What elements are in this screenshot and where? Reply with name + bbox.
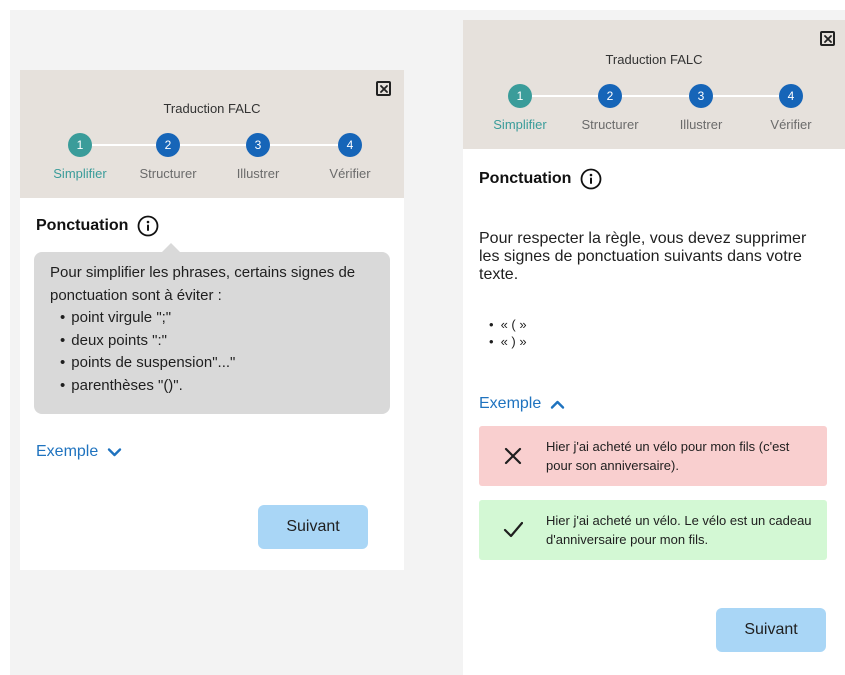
next-button[interactable]: Suivant	[716, 608, 826, 652]
header-title: Traduction FALC	[605, 52, 703, 67]
stepper-line	[520, 95, 790, 97]
section-title-text: Ponctuation	[479, 170, 572, 187]
step-illustrer[interactable]: 3 Illustrer	[218, 133, 298, 181]
bad-example-text: Hier j'ai acheté un vélo pour mon fils (…	[546, 439, 790, 473]
rule-description: Pour respecter la règle, vous devez supp…	[479, 230, 807, 283]
header-title: Traduction FALC	[163, 101, 261, 116]
next-button[interactable]: Suivant	[258, 505, 368, 549]
panel-header: Traduction FALC 1 Simplifier 2 Structure…	[463, 20, 845, 149]
example-toggle[interactable]: Exemple	[36, 443, 122, 461]
tooltip-list-item: point virgule ";"	[60, 307, 374, 330]
close-icon[interactable]	[820, 31, 835, 46]
step-number: 1	[508, 84, 532, 108]
stepper: 1 Simplifier 2 Structurer 3 Illustrer 4 …	[20, 133, 404, 181]
panel-header: Traduction FALC 1 Simplifier 2 Structure…	[20, 70, 404, 198]
info-icon[interactable]	[580, 168, 602, 190]
step-verifier[interactable]: 4 Vérifier	[310, 133, 390, 181]
step-label: Structurer	[581, 117, 639, 132]
step-label: Illustrer	[679, 117, 723, 132]
good-example-text: Hier j'ai acheté un vélo. Le vélo est un…	[546, 513, 812, 547]
section-title: Ponctuation	[36, 215, 159, 237]
section-title: Ponctuation	[479, 168, 602, 190]
tooltip-list-item: points de suspension"..."	[60, 352, 374, 375]
step-label: Vérifier	[329, 166, 371, 181]
falc-panel-tooltip-view: Traduction FALC 1 Simplifier 2 Structure…	[20, 70, 404, 570]
bad-example: Hier j'ai acheté un vélo pour mon fils (…	[479, 426, 827, 486]
example-toggle-label: Exemple	[479, 395, 542, 412]
step-number: 2	[156, 133, 180, 157]
punctuation-list-item: « ) »	[489, 333, 527, 350]
chevron-down-icon	[108, 447, 122, 456]
step-verifier[interactable]: 4 Vérifier	[751, 84, 831, 132]
step-illustrer[interactable]: 3 Illustrer	[661, 84, 741, 132]
step-label: Structurer	[139, 166, 197, 181]
step-number: 2	[598, 84, 622, 108]
close-icon[interactable]	[376, 81, 391, 96]
tooltip-list-item: deux points ":"	[60, 330, 374, 353]
step-label: Illustrer	[236, 166, 280, 181]
step-simplifier[interactable]: 1 Simplifier	[40, 133, 120, 181]
step-number: 4	[338, 133, 362, 157]
step-label: Simplifier	[53, 166, 107, 181]
step-label: Simplifier	[493, 117, 547, 132]
step-number: 3	[689, 84, 713, 108]
step-number: 1	[68, 133, 92, 157]
cross-icon	[504, 447, 522, 465]
info-icon[interactable]	[137, 215, 159, 237]
tooltip-intro: Pour simplifier les phrases, certains si…	[50, 264, 356, 304]
step-label: Vérifier	[770, 117, 812, 132]
check-icon	[503, 521, 523, 538]
example-toggle[interactable]: Exemple	[479, 395, 565, 413]
section-title-text: Ponctuation	[36, 217, 129, 234]
tooltip-list-item: parenthèses "()".	[60, 375, 374, 398]
good-example: Hier j'ai acheté un vélo. Le vélo est un…	[479, 500, 827, 560]
step-number: 3	[246, 133, 270, 157]
chevron-up-icon	[551, 400, 565, 409]
step-structurer[interactable]: 2 Structurer	[128, 133, 208, 181]
info-tooltip: Pour simplifier les phrases, certains si…	[34, 243, 390, 414]
punctuation-list-item: « ( »	[489, 316, 527, 333]
example-toggle-label: Exemple	[36, 443, 99, 460]
tooltip-list: point virgule ";" deux points ":" points…	[50, 307, 374, 397]
step-simplifier[interactable]: 1 Simplifier	[480, 84, 560, 132]
step-number: 4	[779, 84, 803, 108]
stepper: 1 Simplifier 2 Structurer 3 Illustrer 4 …	[463, 84, 845, 132]
falc-panel-example-view: Traduction FALC 1 Simplifier 2 Structure…	[463, 20, 845, 675]
step-structurer[interactable]: 2 Structurer	[570, 84, 650, 132]
punctuation-list: « ( » « ) »	[489, 316, 527, 350]
tooltip-arrow	[162, 243, 180, 252]
